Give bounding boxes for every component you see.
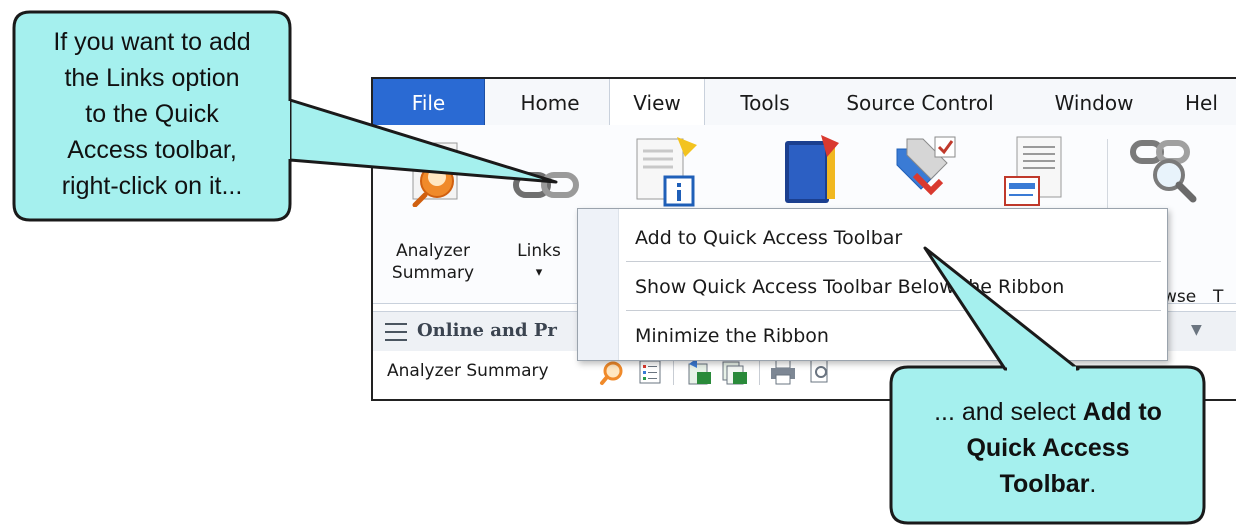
callout-left-line: If you want to add [53,28,251,56]
callout-right-prefix: ... and select [934,398,1083,426]
callout-right-text: ... and select Add to Quick Access Toolb… [896,394,1200,502]
callout-right-bold: Quick Access [966,434,1130,462]
callout-right-suffix: . [1089,470,1097,498]
callout-left-line: the Links option [64,64,240,92]
callout-right-tail [923,246,1080,371]
callout-left-line: Access toolbar, [67,136,237,164]
callout-left-line: to the Quick [85,100,219,128]
callout-left-text: If you want to add the Links option to t… [18,24,286,204]
callout-right-bold: Add to [1082,398,1162,426]
callout-left-line: right-click on it... [61,172,243,200]
callout-right-bold: Toolbar [999,470,1090,498]
